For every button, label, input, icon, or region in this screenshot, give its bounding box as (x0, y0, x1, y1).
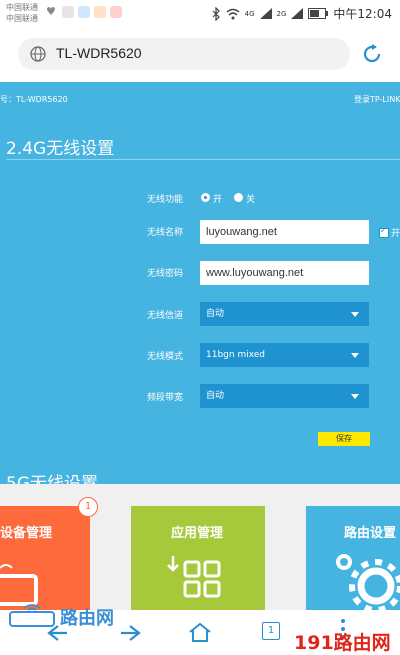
tile-title: 设备管理 (0, 526, 53, 541)
refresh-icon[interactable] (360, 42, 384, 66)
tile-app-management[interactable]: 应用管理 (131, 506, 265, 616)
address-field[interactable]: TL-WDR5620 (18, 38, 350, 70)
radio-off-label: 关 (246, 195, 256, 205)
section-divider (6, 159, 400, 160)
mode-label: 无线模式 (147, 352, 184, 362)
ssid-input[interactable] (200, 220, 381, 244)
watermark-left-text: 路由网 (60, 608, 114, 629)
radio-on-label: 开 (213, 195, 223, 205)
net-4g-label: 4G (244, 9, 255, 18)
tile-title: 路由设置 (344, 526, 397, 541)
login-link[interactable]: 登录TP-LINK (354, 94, 400, 105)
heart-icon: ♥ (46, 5, 56, 18)
chevron-down-icon (351, 312, 359, 317)
ssid-checkbox[interactable] (379, 226, 389, 238)
ssid-checkbox-label: 开 (391, 229, 400, 239)
home-icon[interactable] (188, 622, 212, 642)
watermark-left: 路由网 (8, 600, 114, 634)
password-field[interactable] (200, 261, 381, 285)
radio-on[interactable] (201, 193, 210, 202)
save-button[interactable]: 保存 (318, 432, 370, 446)
taobao-icon (110, 6, 122, 18)
watermark-right: 191路由网 (294, 628, 391, 655)
status-right: 4G 2G 中午12:04 (211, 5, 392, 22)
signal-icon (259, 8, 272, 19)
url-text: TL-WDR5620 (56, 45, 142, 61)
chevron-down-icon (351, 353, 359, 358)
bird-icon (78, 6, 90, 18)
forward-icon[interactable] (120, 624, 142, 642)
ssid-label: 无线名称 (147, 228, 184, 238)
chevron-down-icon (351, 394, 359, 399)
net-2g-label: 2G (276, 9, 287, 18)
browser-url-bar: TL-WDR5620 (0, 28, 400, 80)
carrier-label-2: 中国联通 (6, 14, 38, 23)
notification-icons: ♥ (46, 6, 122, 18)
mode-value: 11bgn mixed (206, 350, 266, 360)
password-label: 无线密码 (147, 269, 184, 279)
router-logo-icon (9, 604, 55, 627)
weibo-icon (94, 6, 106, 18)
bandwidth-value: 自动 (206, 391, 225, 401)
gear-icon (336, 554, 400, 610)
ssid-field[interactable] (200, 220, 381, 244)
bandwidth-select[interactable]: 自动 (200, 384, 369, 408)
globe-icon (30, 46, 46, 62)
status-bar: 中国联通 中国联通 ♥ 4G 2G 中午12:04 (0, 0, 400, 28)
tile-router-settings[interactable]: 路由设置 (306, 506, 400, 616)
bluetooth-icon (212, 6, 220, 21)
wifi-function-label: 无线功能 (147, 195, 184, 205)
quick-tiles: 设备管理 1 应用管理 路由设置 (0, 484, 400, 616)
app-icon (62, 6, 74, 18)
mode-select[interactable]: 11bgn mixed (200, 343, 369, 367)
battery-icon (308, 8, 329, 19)
channel-select[interactable]: 自动 (200, 302, 369, 326)
tabs-icon[interactable]: 1 (262, 622, 280, 640)
notification-badge: 1 (78, 497, 98, 517)
watermark-right-text: 路由网 (333, 632, 391, 654)
tab-count: 1 (267, 625, 275, 636)
radio-off[interactable] (234, 193, 243, 202)
model-label: 号：TL-WDR5620 (0, 95, 68, 104)
bandwidth-label: 频段带宽 (147, 393, 184, 403)
signal-icon-2 (291, 8, 304, 19)
tile-title: 应用管理 (171, 526, 224, 541)
password-input[interactable] (200, 261, 381, 285)
channel-label: 无线信道 (147, 311, 184, 321)
section-title-24g: 2.4G无线设置 (6, 139, 115, 159)
apps-grid-icon (167, 556, 221, 598)
clock: 中午12:04 (333, 7, 392, 21)
wifi-icon (226, 8, 240, 19)
carrier-label-1: 中国联通 (6, 3, 38, 12)
router-page: 号：TL-WDR5620 登录TP-LINK 2.4G无线设置 无线功能 开 关… (0, 82, 400, 502)
channel-value: 自动 (206, 309, 225, 319)
watermark-digits: 191 (294, 632, 334, 654)
